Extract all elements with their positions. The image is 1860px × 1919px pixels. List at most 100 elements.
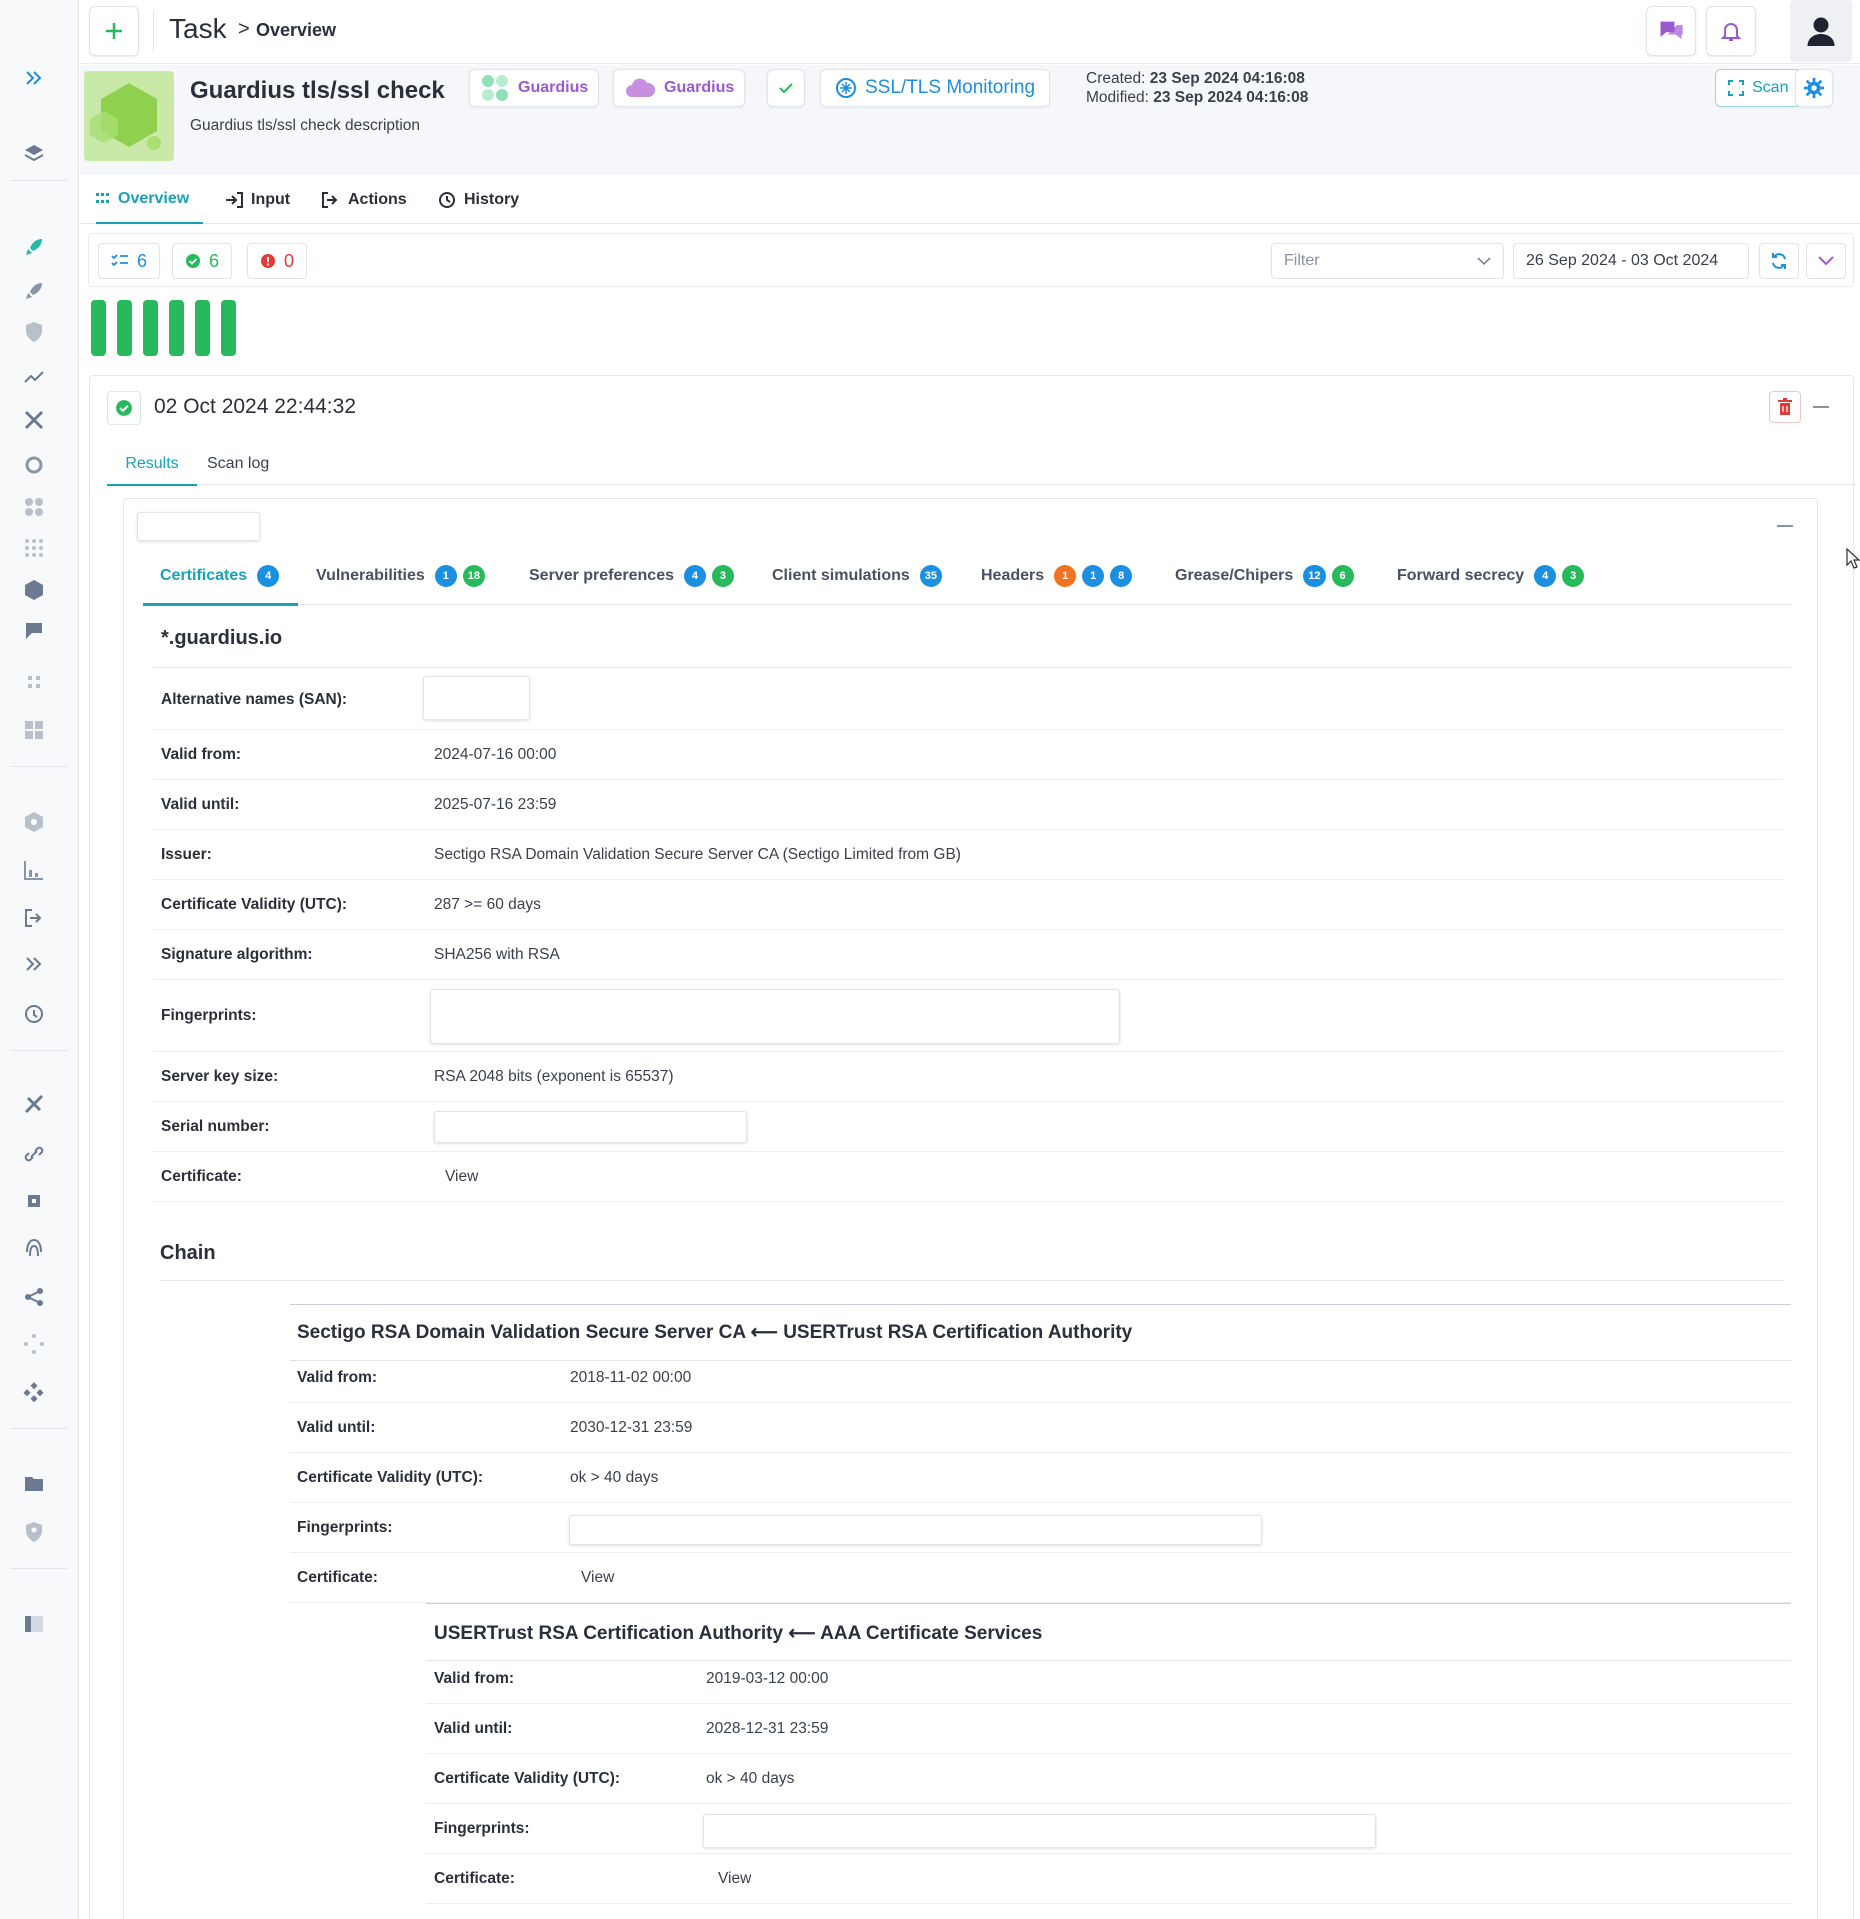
result-tab-forward-secrecy[interactable]: Forward secrecy 4 3 [1397, 547, 1585, 605]
panel-icon[interactable] [20, 1610, 48, 1638]
cube-icon[interactable] [20, 576, 48, 604]
result-tab-certificates[interactable]: Certificates 4 [160, 547, 280, 605]
fingerprints-box [703, 1814, 1376, 1848]
result-tab-server-preferences[interactable]: Server preferences 4 3 [529, 547, 734, 605]
modified-label: Modified: [1086, 89, 1149, 106]
row-label: Alternative names (SAN): [161, 690, 348, 708]
result-tab-headers[interactable]: Headers 1 1 8 [981, 547, 1133, 605]
tab-history[interactable]: History [438, 176, 519, 224]
sync-icon[interactable] [20, 451, 48, 479]
chain-item-title: Sectigo RSA Domain Validation Secure Ser… [297, 1322, 1133, 1343]
scan-button[interactable]: Scan [1715, 69, 1802, 107]
certificate-view-link[interactable]: View [581, 1569, 614, 1587]
loader-icon[interactable] [20, 1330, 48, 1358]
tools-icon[interactable] [20, 406, 48, 434]
grid-dots-icon[interactable] [20, 534, 48, 562]
history-bar[interactable] [221, 300, 236, 356]
row-label: Valid from: [161, 745, 242, 763]
expand-toggle-button[interactable] [1806, 243, 1846, 279]
chevron-down-icon [1818, 256, 1834, 266]
layers-icon[interactable] [20, 140, 48, 168]
refresh-icon [1772, 253, 1786, 269]
notifications-button[interactable] [1706, 6, 1756, 56]
chain2-row-certificate: Certificate: View [426, 1854, 1791, 1904]
chat-button[interactable] [1646, 6, 1696, 56]
add-button[interactable] [89, 6, 139, 56]
mentions-icon[interactable] [20, 617, 48, 645]
error-count-pill[interactable]: 0 [247, 243, 308, 279]
folder-icon[interactable] [20, 1470, 48, 1498]
fingerprint-icon[interactable] [20, 1234, 48, 1262]
tab-label: History [464, 191, 520, 208]
tab-label: Overview [118, 190, 190, 207]
share-icon[interactable] [20, 1283, 48, 1311]
history-bar[interactable] [195, 300, 210, 356]
divider [153, 10, 154, 52]
results-search-box[interactable] [137, 512, 260, 541]
result-tab-client-simulations[interactable]: Client simulations 35 [772, 547, 943, 605]
type-chip[interactable]: SSL/TLS Monitoring [820, 69, 1051, 107]
sidebar [0, 0, 79, 1919]
history-bar[interactable] [143, 300, 158, 356]
rocket-outline-icon[interactable] [20, 277, 48, 305]
row-label: Serial number: [161, 1117, 270, 1135]
tab-input[interactable]: Input [225, 176, 290, 224]
filter-select[interactable]: Filter [1271, 243, 1504, 279]
row-value: SHA256 with RSA [434, 945, 560, 963]
total-count-pill[interactable]: 6 [98, 243, 161, 279]
certificate-view-link[interactable]: View [718, 1870, 751, 1888]
cloud-chip[interactable]: Guardius [613, 69, 746, 107]
history-bar[interactable] [169, 300, 184, 356]
chain2-row-fingerprints: Fingerprints: [426, 1804, 1791, 1854]
certificate-view-link[interactable]: View [445, 1168, 478, 1186]
apps-icon[interactable] [20, 493, 48, 521]
ok-count-pill[interactable]: 6 [172, 243, 233, 279]
settings-button[interactable] [1795, 69, 1833, 107]
rocket-icon[interactable] [20, 233, 48, 261]
chart-icon[interactable] [20, 856, 48, 884]
check-circle-icon [186, 254, 200, 268]
hexagon-icon[interactable] [20, 808, 48, 836]
date-range-input[interactable]: 26 Sep 2024 - 03 Oct 2024 [1513, 243, 1749, 279]
grid-icon [96, 193, 109, 203]
chevron-down-icon [1477, 257, 1491, 266]
shield-user-icon[interactable] [20, 1518, 48, 1546]
collapse-card-button[interactable] [1813, 406, 1829, 408]
tab-label: Results [125, 454, 179, 472]
result-tab-grease-chipers[interactable]: Grease/Chipers 12 6 [1175, 547, 1354, 605]
row-label: Fingerprints: [297, 1518, 393, 1536]
trend-icon[interactable] [20, 363, 48, 391]
chevrons-icon[interactable] [20, 950, 48, 978]
tab-results[interactable]: Results [107, 443, 197, 486]
history-icon[interactable] [20, 1000, 48, 1028]
tab-actions[interactable]: Actions [322, 176, 407, 224]
delete-scan-button[interactable] [1769, 391, 1801, 423]
chain1-row-validity: Certificate Validity (UTC): ok > 40 days [290, 1453, 1791, 1503]
logout-icon[interactable] [20, 904, 48, 932]
count-badge: 12 [1303, 565, 1326, 587]
breadcrumb[interactable]: Overview [256, 20, 336, 41]
count-badge: 4 [257, 565, 280, 587]
satellite-icon[interactable] [20, 1090, 48, 1118]
shield-icon[interactable] [20, 318, 48, 346]
chip-icon[interactable] [20, 1187, 48, 1215]
scan-label: Scan [1752, 79, 1789, 96]
org-chip[interactable]: Guardius [469, 69, 600, 107]
link-icon[interactable] [20, 1140, 48, 1168]
refresh-button[interactable] [1759, 243, 1799, 279]
row-label: Certificate: [434, 1869, 515, 1887]
user-avatar-button[interactable] [1790, 0, 1852, 62]
result-tab-label: Grease/Chipers [1175, 567, 1294, 584]
diamond-icon[interactable] [20, 1378, 48, 1406]
collapse-results-button[interactable] [1777, 525, 1793, 527]
tab-scan-log[interactable]: Scan log [207, 443, 269, 485]
result-tab-vulnerabilities[interactable]: Vulnerabilities 1 18 [316, 547, 486, 605]
expand-icon[interactable] [20, 64, 48, 92]
history-bar[interactable] [91, 300, 106, 356]
dashboard-icon[interactable] [20, 716, 48, 744]
tab-overview[interactable]: Overview [96, 176, 204, 224]
count-badge: 6 [1331, 565, 1354, 587]
small-grid-icon[interactable] [20, 668, 48, 696]
chain2-row-valid-until: Valid until: 2028-12-31 23:59 [426, 1704, 1791, 1754]
history-bar[interactable] [117, 300, 132, 356]
